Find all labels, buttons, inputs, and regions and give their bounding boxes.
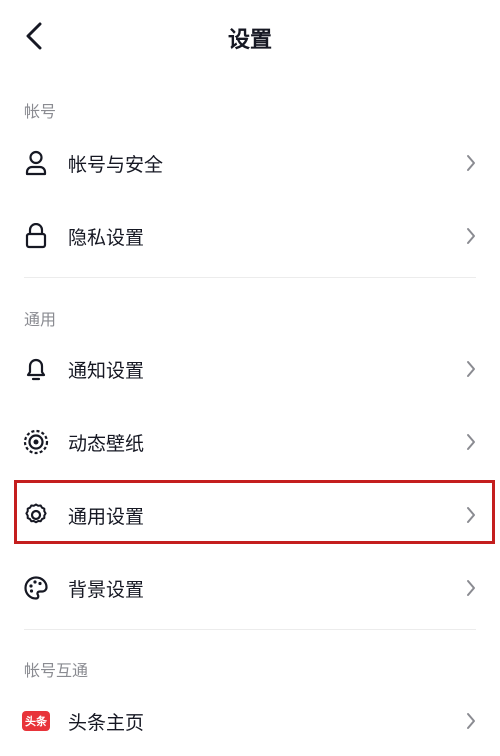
notification-settings-label: 通知设置 <box>68 359 145 382</box>
page-title: 设置 <box>227 28 272 53</box>
chevron-right-icon <box>464 432 478 452</box>
background-settings-label: 背景设置 <box>68 578 145 601</box>
bell-icon <box>22 355 50 383</box>
user-icon <box>22 149 50 177</box>
section-divider <box>24 629 476 630</box>
chevron-right-icon <box>464 578 478 598</box>
lock-icon <box>22 222 50 250</box>
dynamic-wallpaper-label: 动态壁纸 <box>68 432 145 455</box>
chevron-right-icon <box>464 226 478 246</box>
toutiao-homepage-label: 头条主页 <box>68 711 145 734</box>
section-title-general: 通用 <box>24 310 57 329</box>
section-divider <box>24 277 476 278</box>
chevron-right-icon <box>464 711 478 731</box>
section-title-account: 帐号 <box>24 102 57 121</box>
toutiao-badge-icon: 头条 <box>22 707 50 735</box>
toutiao-badge: 头条 <box>22 711 50 731</box>
top-bar: 设置 <box>0 0 500 78</box>
dynamic-wallpaper-item[interactable]: 动态壁纸 <box>0 407 500 477</box>
highlight-box <box>14 480 495 544</box>
privacy-settings-item[interactable]: 隐私设置 <box>0 201 500 271</box>
section-title-linked-accounts: 帐号互通 <box>24 661 89 680</box>
account-security-item[interactable]: 帐号与安全 <box>0 128 500 198</box>
notification-settings-item[interactable]: 通知设置 <box>0 334 500 404</box>
wallpaper-icon <box>22 428 50 456</box>
chevron-right-icon <box>464 153 478 173</box>
account-security-label: 帐号与安全 <box>68 153 164 176</box>
chevron-right-icon <box>464 359 478 379</box>
privacy-settings-label: 隐私设置 <box>68 226 145 249</box>
palette-icon <box>22 574 50 602</box>
toutiao-homepage-item[interactable]: 头条 头条主页 <box>0 686 500 756</box>
background-settings-item[interactable]: 背景设置 <box>0 553 500 623</box>
